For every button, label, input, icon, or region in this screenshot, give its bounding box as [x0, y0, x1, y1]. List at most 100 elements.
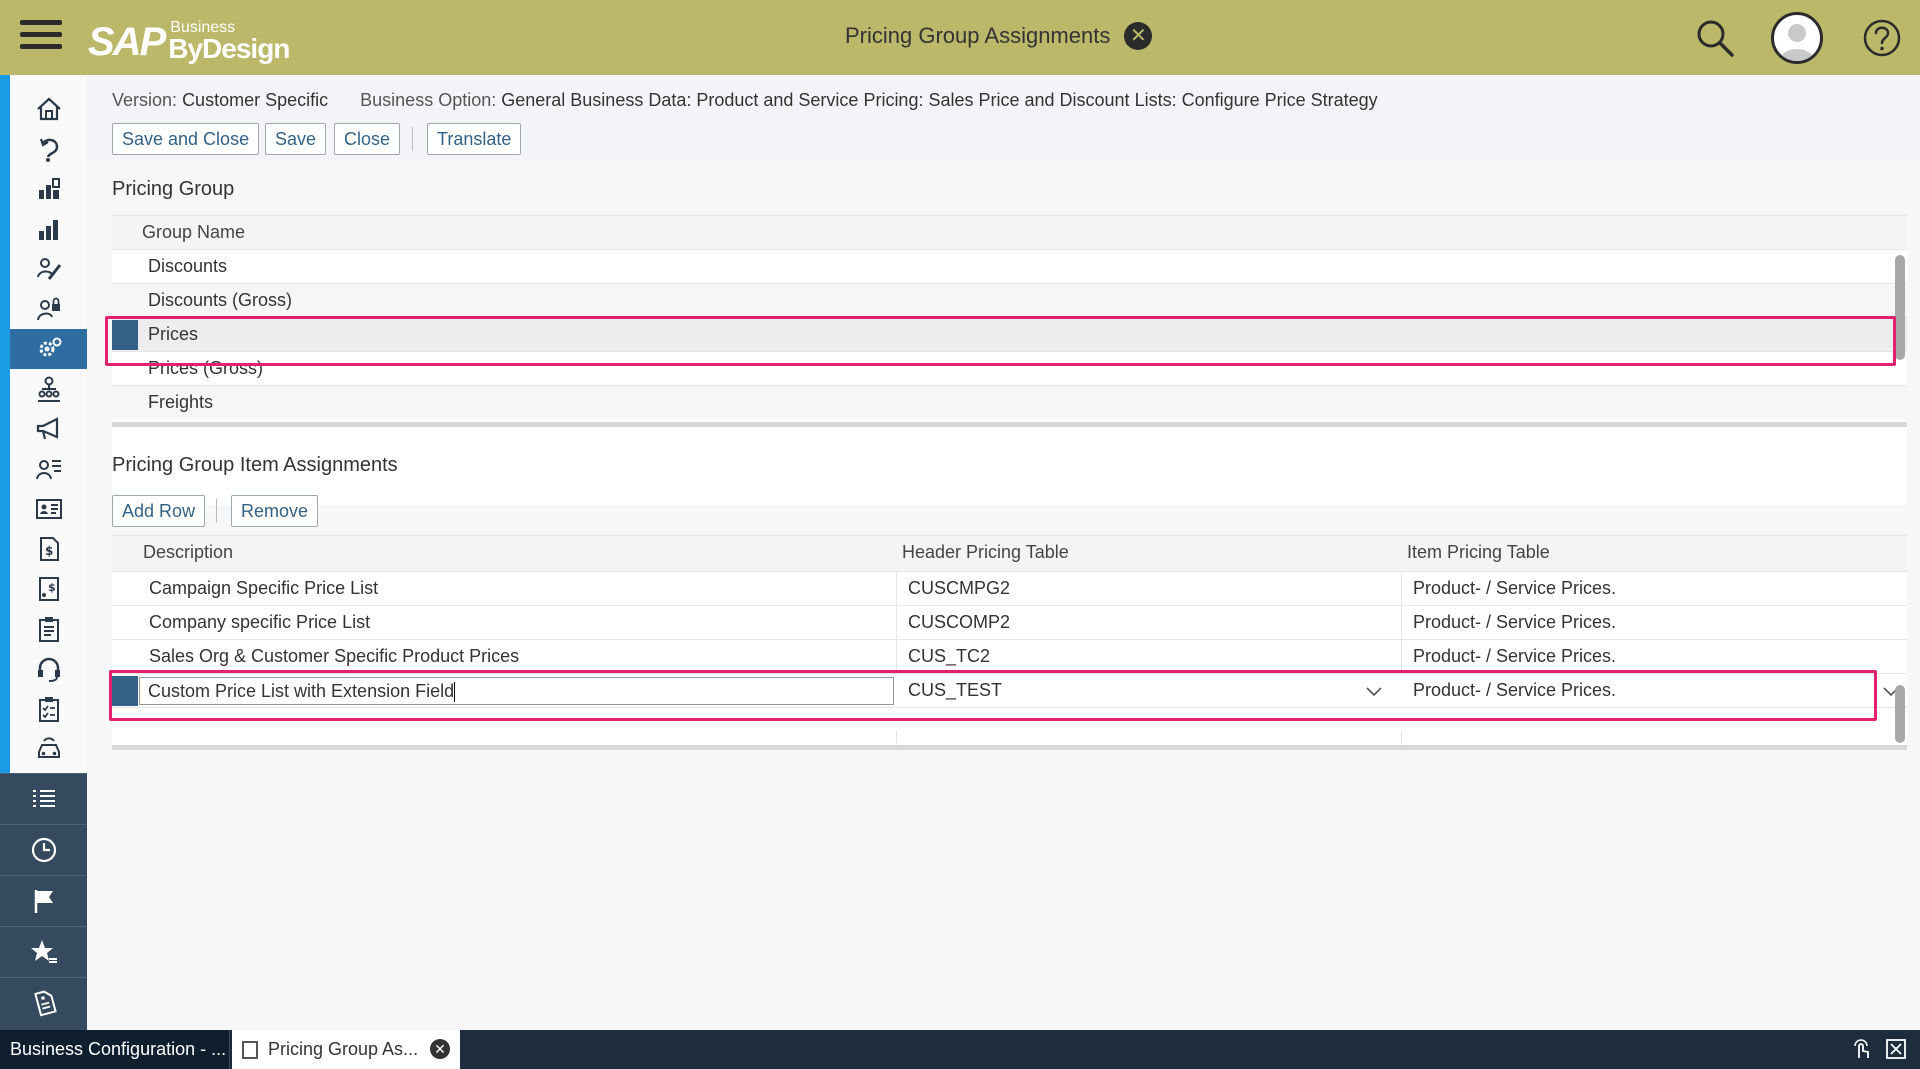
- info-line: Version: Customer Specific Business Opti…: [112, 90, 1378, 111]
- table-header-row: Group Name: [112, 215, 1907, 249]
- clock-icon[interactable]: [0, 824, 87, 875]
- toolbar-separator: [216, 499, 217, 523]
- document-icon: [242, 1040, 258, 1059]
- header-pricing-table-cell: CUSCOMP2: [908, 612, 1011, 632]
- business-option-label: Business Option:: [360, 90, 497, 110]
- home-icon[interactable]: [10, 89, 87, 129]
- table-row[interactable]: Campaign Specific Price List CUSCMPG2 Pr…: [112, 571, 1907, 605]
- price-document-icon[interactable]: $: [10, 529, 87, 569]
- logo-bydesign-text: ByDesign: [168, 33, 290, 64]
- id-card-icon[interactable]: [10, 489, 87, 529]
- user-lock-icon[interactable]: [10, 289, 87, 329]
- bottom-taskbar: Business Configuration - ... Pricing Gro…: [0, 1030, 1920, 1069]
- item-pricing-table-dropdown[interactable]: Product- / Service Prices.: [1413, 674, 1907, 708]
- group-name-cell: Prices: [148, 324, 199, 344]
- description-column-header[interactable]: Description: [143, 536, 233, 570]
- assignments-scrollbar[interactable]: [1895, 685, 1905, 743]
- remove-button[interactable]: Remove: [231, 495, 319, 527]
- avatar[interactable]: [1771, 12, 1823, 64]
- logo-sap-text: SAP: [88, 20, 166, 64]
- task-clipboard-icon[interactable]: [10, 689, 87, 729]
- table-row[interactable]: Discounts: [112, 249, 1907, 283]
- translate-button[interactable]: Translate: [427, 123, 522, 155]
- table-bottom-border: [112, 422, 1907, 427]
- table-row[interactable]: Sales Org & Customer Specific Product Pr…: [112, 639, 1907, 673]
- search-icon[interactable]: [1695, 18, 1735, 58]
- table-row[interactable]: Company specific Price List CUSCOMP2 Pro…: [112, 605, 1907, 639]
- item-pricing-table-value: Product- / Service Prices.: [1413, 680, 1617, 700]
- task-business-configuration[interactable]: Business Configuration - ...: [0, 1030, 230, 1069]
- save-button[interactable]: Save: [265, 123, 327, 155]
- header-pricing-table-column-header[interactable]: Header Pricing Table: [902, 536, 1069, 570]
- text-caret: [454, 682, 456, 703]
- item-pricing-table-cell: Product- / Service Prices.: [1413, 612, 1617, 632]
- contact-list-icon[interactable]: [10, 449, 87, 489]
- headset-icon[interactable]: [10, 649, 87, 689]
- item-pricing-table-cell: Product- / Service Prices.: [1413, 646, 1617, 666]
- touch-icon[interactable]: [1851, 1038, 1873, 1060]
- assignments-title: Pricing Group Item Assignments: [112, 454, 398, 476]
- shell-header: SAP Business ByDesign Pricing Group Assi…: [0, 0, 1920, 75]
- table-row[interactable]: Prices (Gross): [112, 351, 1907, 385]
- close-page-icon[interactable]: ✕: [1124, 22, 1153, 50]
- description-input[interactable]: Custom Price List with Extension Field: [139, 677, 894, 705]
- svg-text:$: $: [48, 581, 56, 594]
- sidebar: $ $: [0, 75, 87, 1030]
- header-pricing-table-dropdown[interactable]: CUS_TEST: [908, 674, 1388, 708]
- description-cell: Sales Org & Customer Specific Product Pr…: [149, 646, 520, 666]
- chevron-down-icon[interactable]: [1366, 685, 1382, 697]
- organization-icon[interactable]: [10, 369, 87, 409]
- help-icon[interactable]: [1862, 18, 1902, 58]
- group-name-cell: Discounts (Gross): [148, 290, 293, 310]
- assignments-table: Description Header Pricing Table Item Pr…: [112, 535, 1907, 745]
- pricing-group-scrollbar[interactable]: [1895, 255, 1905, 360]
- group-name-column-header[interactable]: Group Name: [142, 216, 245, 250]
- table-bottom-border: [112, 745, 1907, 750]
- sap-bydesign-logo: SAP Business ByDesign: [88, 12, 290, 64]
- object-header: Version: Customer Specific Business Opti…: [87, 75, 1920, 160]
- toolbar-separator: [412, 127, 413, 151]
- save-and-close-button[interactable]: Save and Close: [112, 123, 260, 155]
- header-pricing-table-value: CUS_TEST: [908, 680, 1003, 700]
- exit-fullscreen-icon[interactable]: [1885, 1038, 1907, 1060]
- page-title: Pricing Group Assignments: [845, 23, 1111, 48]
- dashboard-icon[interactable]: [10, 169, 87, 209]
- service-car-icon[interactable]: [10, 729, 87, 769]
- table-row-selected[interactable]: Prices: [112, 317, 1907, 351]
- tags-icon[interactable]: [0, 977, 87, 1028]
- user-icon: [1779, 24, 1815, 61]
- table-row[interactable]: Discounts (Gross): [112, 283, 1907, 317]
- row-selection-marker[interactable]: [112, 320, 138, 350]
- invoice-icon[interactable]: $: [10, 569, 87, 609]
- version-label: Version:: [112, 90, 178, 110]
- add-row-button[interactable]: Add Row: [112, 495, 206, 527]
- refresh-icon[interactable]: [10, 129, 87, 169]
- group-name-cell: Discounts: [148, 256, 228, 276]
- megaphone-icon[interactable]: [10, 409, 87, 449]
- description-input-value: Custom Price List with Extension Field: [148, 681, 455, 701]
- item-pricing-table-cell: Product- / Service Prices.: [1413, 578, 1617, 598]
- table-header-row: Description Header Pricing Table Item Pr…: [112, 535, 1907, 571]
- favorites-icon[interactable]: [0, 926, 87, 977]
- task-pricing-group-label: Pricing Group As...: [268, 1039, 419, 1059]
- close-button[interactable]: Close: [334, 123, 401, 155]
- version-value: Customer Specific: [182, 90, 329, 110]
- row-selection-marker[interactable]: [112, 676, 138, 706]
- analytics-icon[interactable]: [10, 209, 87, 249]
- item-pricing-table-column-header[interactable]: Item Pricing Table: [1407, 536, 1550, 570]
- edit-user-icon[interactable]: [10, 249, 87, 289]
- table-row-editing[interactable]: Custom Price List with Extension Field C…: [112, 673, 1907, 707]
- clipboard-icon[interactable]: [10, 609, 87, 649]
- flag-icon[interactable]: [0, 875, 87, 926]
- header-title-area: Pricing Group Assignments ✕: [845, 22, 1153, 50]
- header-pricing-table-cell: CUS_TC2: [908, 646, 991, 666]
- menu-icon[interactable]: [20, 20, 62, 54]
- group-name-cell: Prices (Gross): [148, 358, 264, 378]
- task-pricing-group-assignments[interactable]: Pricing Group As... ✕: [232, 1030, 460, 1069]
- business-configuration-icon[interactable]: [10, 329, 87, 369]
- list-icon[interactable]: [0, 773, 87, 824]
- close-task-icon[interactable]: ✕: [430, 1039, 450, 1059]
- table-row[interactable]: Freights: [112, 385, 1907, 419]
- main-content: Version: Customer Specific Business Opti…: [87, 75, 1920, 1030]
- empty-row: [112, 707, 1907, 731]
